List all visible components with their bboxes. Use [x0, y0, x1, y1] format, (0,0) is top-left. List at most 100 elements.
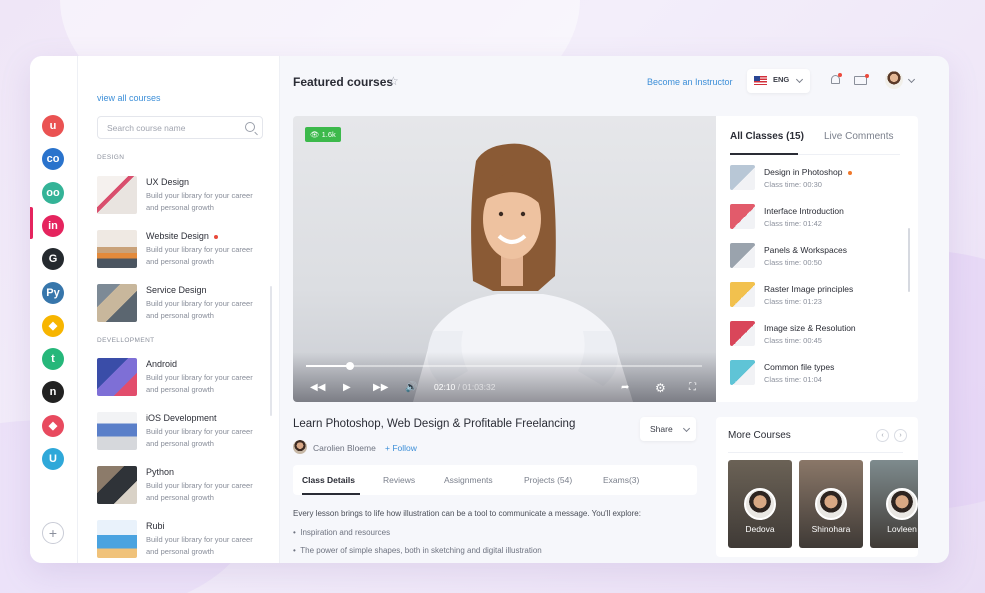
lesson-item[interactable]: Interface Introduction Class time: 01:42: [730, 204, 905, 234]
fast-forward-icon[interactable]: ▶▶: [373, 382, 388, 393]
rewind-icon[interactable]: ◀◀: [310, 382, 325, 393]
lesson-item[interactable]: Image size & Resolution Class time: 00:45: [730, 321, 905, 351]
tab-assignments[interactable]: Assignments: [444, 475, 493, 485]
chevron-down-icon[interactable]: [907, 75, 916, 84]
chevron-down-icon: [795, 75, 804, 84]
add-app-button[interactable]: +: [42, 522, 64, 544]
treehouse-icon[interactable]: t: [42, 348, 64, 371]
progress-handle[interactable]: [345, 362, 354, 370]
udemy-icon[interactable]: u: [42, 115, 64, 137]
message-dot: [865, 74, 869, 78]
more-courses-title: More Courses: [728, 430, 791, 441]
course-description: Build your library for your career and p…: [146, 427, 253, 448]
course-item-ios-development[interactable]: iOS Development Build your library for y…: [97, 412, 267, 452]
video-player[interactable]: 👁 1.6k ◀◀ ▶ ▶▶ 🔊 02:10 / 01:03:32 ➦ ⚙ ⛶: [293, 116, 716, 402]
progress-fill: [306, 365, 350, 367]
sidebar-scrollbar[interactable]: [270, 286, 272, 416]
lesson-thumbnail: [730, 204, 755, 229]
course-item-website-design[interactable]: Website Design Build your library for yo…: [97, 230, 267, 270]
course-description: Build your library for your career and p…: [146, 373, 253, 394]
tripadvisor-icon[interactable]: oo: [42, 181, 64, 204]
view-all-courses-link[interactable]: view all courses: [97, 93, 161, 103]
course-description: Build your library for your career and p…: [146, 481, 253, 502]
chevron-down-icon: [682, 424, 691, 433]
instructor-avatar: [293, 440, 307, 454]
course-thumbnail: [97, 284, 137, 322]
lesson-item[interactable]: Common file types Class time: 01:04: [730, 360, 905, 390]
course-name: Python: [146, 467, 175, 477]
play-icon[interactable]: ▶: [343, 382, 351, 393]
course-description: Build your library for your career and p…: [146, 299, 253, 320]
lesson-title: Image size & Resolution: [764, 323, 856, 333]
share-icon[interactable]: ➦: [621, 382, 629, 393]
nodejs-icon[interactable]: n: [42, 381, 64, 404]
search-icon[interactable]: [245, 122, 255, 132]
language-selector[interactable]: ENG: [747, 69, 810, 93]
fullscreen-icon[interactable]: ⛶: [689, 382, 696, 393]
progress-bar[interactable]: [306, 362, 702, 370]
us-flag-icon: [754, 76, 767, 85]
course-thumbnail: [97, 520, 137, 558]
video-controls: [293, 352, 716, 402]
tab-class-details[interactable]: Class Details: [302, 475, 355, 485]
tab-reviews[interactable]: Reviews: [383, 475, 415, 485]
user-avatar[interactable]: [885, 71, 903, 89]
course-card[interactable]: Dedova: [728, 460, 792, 548]
course-card[interactable]: Lovleen: [870, 460, 918, 548]
lesson-thumbnail: [730, 165, 755, 190]
course-name: Android: [146, 359, 178, 369]
chevron-left-icon[interactable]: ‹: [876, 429, 889, 442]
become-instructor-link[interactable]: Become an Instructor: [647, 77, 733, 87]
share-label: Share: [650, 424, 673, 434]
invision-icon[interactable]: in: [42, 214, 64, 237]
divider: [728, 452, 903, 453]
tab-projects[interactable]: Projects (54): [524, 475, 572, 485]
chevron-right-icon[interactable]: ›: [894, 429, 907, 442]
course-card[interactable]: Shinohara: [799, 460, 863, 548]
star-icon[interactable]: ☆: [388, 74, 399, 88]
tab-all-classes[interactable]: All Classes (15): [730, 131, 804, 142]
classes-scrollbar[interactable]: [908, 228, 910, 292]
lesson-title: Panels & Workspaces: [764, 245, 847, 255]
search-input[interactable]: Search course name: [97, 116, 263, 139]
bullet-item: • Inspiration and resources: [293, 528, 391, 537]
lesson-time: Class time: 00:50: [764, 258, 822, 267]
gear-icon[interactable]: ⚙: [655, 381, 666, 395]
course-item-android[interactable]: Android Build your library for your care…: [97, 358, 267, 398]
active-app-indicator: [30, 207, 33, 239]
active-tab-indicator: [302, 493, 360, 495]
lesson-time: Class time: 00:30: [764, 180, 822, 189]
coursera-icon[interactable]: co: [42, 148, 64, 171]
course-item-ux-design[interactable]: UX Design Build your library for your ca…: [97, 176, 267, 216]
share-button[interactable]: Share: [640, 417, 696, 441]
course-description: Build your library for your career and p…: [146, 191, 253, 212]
lesson-item[interactable]: Design in Photoshop Class time: 00:30: [730, 165, 905, 195]
active-lesson-dot: [848, 170, 853, 175]
section-title-development: DEVELLOPMENT: [97, 337, 155, 344]
github-icon[interactable]: G: [42, 248, 64, 271]
lesson-item[interactable]: Panels & Workspaces Class time: 00:50: [730, 243, 905, 273]
follow-button[interactable]: + Follow: [385, 443, 417, 453]
lesson-thumbnail: [730, 360, 755, 385]
tab-exams[interactable]: Exams(3): [603, 475, 639, 485]
card-instructor-name: Lovleen: [887, 524, 917, 534]
course-item-service-design[interactable]: Service Design Build your library for yo…: [97, 284, 267, 324]
course-item-rubi[interactable]: Rubi Build your library for your career …: [97, 520, 267, 560]
course-thumbnail: [97, 466, 137, 504]
volume-icon[interactable]: 🔊: [405, 382, 417, 393]
vuejs-icon[interactable]: U: [42, 448, 64, 470]
instructor-name[interactable]: Carolien Bloeme: [313, 443, 376, 453]
course-sidebar: view all courses Search course name DESI…: [78, 56, 280, 563]
python-icon[interactable]: Py: [42, 281, 64, 304]
sketch-icon[interactable]: ◆: [42, 314, 64, 337]
lesson-thumbnail: [730, 282, 755, 307]
course-description: Build your library for your career and p…: [146, 535, 253, 556]
course-item-python[interactable]: Python Build your library for your caree…: [97, 466, 267, 506]
new-indicator-dot: [213, 234, 218, 239]
tab-live-comments[interactable]: Live Comments: [824, 131, 893, 142]
lesson-item[interactable]: Raster Image principles Class time: 01:23: [730, 282, 905, 312]
eye-icon: 👁: [310, 130, 320, 139]
views-badge: 👁 1.6k: [305, 127, 341, 142]
craft-icon[interactable]: ◆: [42, 414, 64, 437]
current-time: 02:10: [434, 382, 456, 392]
